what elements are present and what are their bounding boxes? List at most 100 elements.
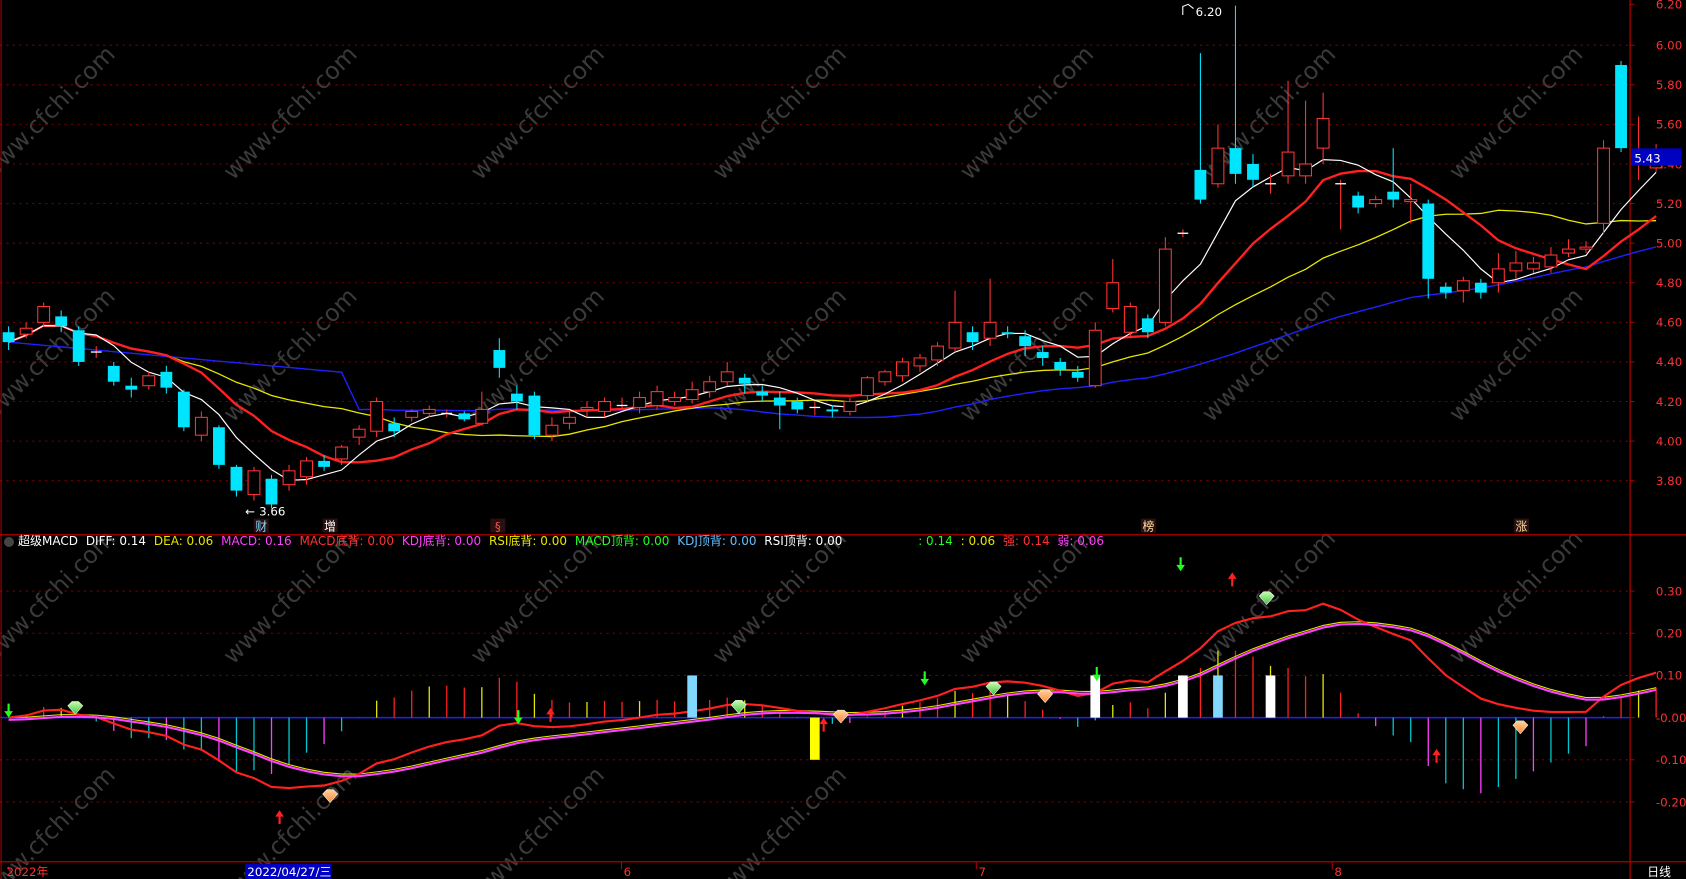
candle[interactable] xyxy=(598,397,611,418)
candle[interactable] xyxy=(1001,326,1014,339)
signal-block xyxy=(1090,675,1101,718)
candle[interactable] xyxy=(1474,278,1487,299)
candle[interactable] xyxy=(1265,173,1276,194)
candle[interactable] xyxy=(1088,322,1102,388)
candle[interactable] xyxy=(896,357,909,382)
candle[interactable] xyxy=(1299,100,1313,184)
candle[interactable] xyxy=(931,342,944,366)
candle[interactable] xyxy=(1456,276,1470,303)
candle[interactable] xyxy=(388,417,401,438)
candle[interactable] xyxy=(703,375,717,398)
candle[interactable] xyxy=(194,411,208,442)
candle[interactable] xyxy=(685,381,699,404)
candle[interactable] xyxy=(1544,247,1558,273)
indicator-name[interactable]: 超级MACD xyxy=(18,534,78,548)
candle[interactable] xyxy=(1352,191,1365,214)
candle[interactable] xyxy=(650,385,664,410)
candlestick-series[interactable] xyxy=(2,5,1663,509)
collapse-indicator-icon[interactable] xyxy=(4,536,14,547)
kdj-top-div-value: KDJ顶背: 0.00 xyxy=(677,534,757,548)
candle[interactable] xyxy=(125,377,138,398)
candle-body xyxy=(1579,246,1593,250)
signal-block xyxy=(1178,675,1188,718)
candle[interactable] xyxy=(247,466,261,501)
candle[interactable] xyxy=(1211,124,1225,188)
candle[interactable] xyxy=(528,391,541,440)
candle[interactable] xyxy=(1229,5,1242,184)
candle[interactable] xyxy=(37,302,51,327)
candle[interactable] xyxy=(458,411,471,422)
candle[interactable] xyxy=(668,391,682,406)
candle-body xyxy=(1369,199,1383,205)
candle[interactable] xyxy=(1106,258,1120,313)
candle[interactable] xyxy=(282,464,296,491)
candle[interactable] xyxy=(2,326,15,351)
candle[interactable] xyxy=(948,290,962,353)
candle[interactable] xyxy=(1509,251,1523,279)
candle[interactable] xyxy=(405,409,419,422)
candle[interactable] xyxy=(1562,239,1575,258)
high-marker-icon xyxy=(1182,3,1194,16)
candle[interactable] xyxy=(230,464,243,497)
period-label: 日线 xyxy=(1647,865,1671,879)
candle-body xyxy=(826,409,839,412)
candle[interactable] xyxy=(809,401,821,416)
candle[interactable] xyxy=(1194,53,1207,204)
candle[interactable] xyxy=(1633,116,1644,180)
watermark-text: www.cfchi.com xyxy=(707,40,852,185)
candle[interactable] xyxy=(142,371,156,390)
candle[interactable] xyxy=(1526,257,1540,273)
candle[interactable] xyxy=(1422,199,1435,299)
candle-body xyxy=(510,393,523,402)
candle[interactable] xyxy=(983,278,997,347)
candle[interactable] xyxy=(1439,282,1452,299)
candle[interactable] xyxy=(1123,302,1137,339)
month-label: 6 xyxy=(624,865,632,879)
price-tick-label: 4.60 xyxy=(1656,316,1682,330)
candle[interactable] xyxy=(1247,154,1259,188)
candle[interactable] xyxy=(545,417,559,442)
candle[interactable] xyxy=(1316,92,1330,164)
candle[interactable] xyxy=(878,369,892,386)
candle[interactable] xyxy=(1491,253,1505,293)
indicator-tick-label: 0.30 xyxy=(1656,584,1682,598)
candle[interactable] xyxy=(177,389,190,432)
indicator-tick-label: -0.10 xyxy=(1656,753,1686,767)
candle-body xyxy=(142,375,156,387)
divergence-diamond-icon xyxy=(730,700,747,714)
candle[interactable] xyxy=(352,425,366,446)
candle[interactable] xyxy=(913,354,927,372)
candle[interactable] xyxy=(1615,61,1627,153)
candle[interactable] xyxy=(1177,229,1189,238)
candle[interactable] xyxy=(72,326,85,366)
candle[interactable] xyxy=(773,391,786,430)
candle[interactable] xyxy=(107,361,120,386)
candle[interactable] xyxy=(1597,140,1610,234)
candle[interactable] xyxy=(1335,179,1347,230)
candle[interactable] xyxy=(966,326,979,351)
candle[interactable] xyxy=(791,397,804,414)
month-label: 8 xyxy=(1334,865,1342,879)
candle[interactable] xyxy=(843,397,857,416)
macd-top-div-value: MACD顶背: 0.00 xyxy=(574,534,670,548)
candle[interactable] xyxy=(370,397,384,438)
candle[interactable] xyxy=(826,405,839,418)
candle-body xyxy=(1422,203,1435,279)
candle-body xyxy=(545,424,559,436)
candle[interactable] xyxy=(1054,357,1067,376)
candle[interactable] xyxy=(1158,237,1172,327)
candle[interactable] xyxy=(213,425,225,469)
candle[interactable] xyxy=(1071,365,1084,382)
price-tick-label: 5.60 xyxy=(1656,118,1682,132)
low-price-label: 3.66 xyxy=(259,504,285,518)
macd-value: MACD: 0.16 xyxy=(221,534,292,548)
candle[interactable] xyxy=(90,346,102,358)
candle[interactable] xyxy=(160,365,173,394)
strong-value: 强: 0.14 xyxy=(1003,534,1050,548)
chart-canvas[interactable]: www.cfchi.com www.cfchi.com www.cfchi.com w… xyxy=(0,0,1686,879)
candle[interactable] xyxy=(720,361,734,386)
current-price-label: 5.43 xyxy=(1634,151,1660,165)
candle[interactable] xyxy=(1369,195,1383,208)
candle[interactable] xyxy=(563,411,576,430)
candle[interactable] xyxy=(860,375,874,402)
